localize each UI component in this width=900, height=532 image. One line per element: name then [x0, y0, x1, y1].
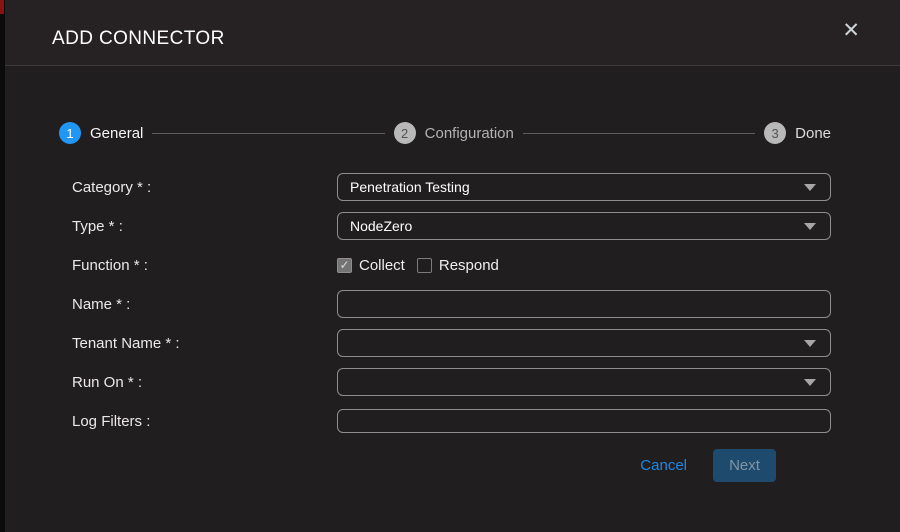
checkbox-checked-icon: ✓ — [337, 258, 352, 273]
category-row: Category * : Penetration Testing — [72, 173, 831, 201]
name-row: Name * : — [72, 290, 831, 318]
step-done: 3 Done — [764, 122, 831, 144]
stepper-connector — [523, 133, 755, 134]
wizard-stepper: 1 General 2 Configuration 3 Done — [59, 122, 831, 144]
step-3-circle: 3 — [764, 122, 786, 144]
dialog-footer: Cancel Next — [72, 449, 776, 482]
next-button[interactable]: Next — [713, 449, 776, 482]
stepper-connector — [152, 133, 384, 134]
category-select[interactable]: Penetration Testing — [337, 173, 831, 201]
step-general: 1 General — [59, 122, 143, 144]
chevron-down-icon — [804, 379, 816, 386]
category-label: Category * : — [72, 179, 337, 196]
dialog-header: ADD CONNECTOR ✕ — [5, 0, 900, 66]
step-3-label: Done — [795, 125, 831, 142]
name-label: Name * : — [72, 296, 337, 313]
step-2-label: Configuration — [425, 125, 514, 142]
chevron-down-icon — [804, 340, 816, 347]
chevron-down-icon — [804, 223, 816, 230]
log-filters-row: Log Filters : — [72, 407, 831, 435]
function-checkbox-group: ✓ Collect Respond — [337, 257, 831, 274]
category-value: Penetration Testing — [350, 179, 470, 195]
name-input[interactable] — [337, 290, 831, 318]
step-1-label: General — [90, 125, 143, 142]
checkbox-unchecked-icon — [417, 258, 432, 273]
close-button[interactable]: ✕ — [842, 20, 860, 41]
function-label: Function * : — [72, 257, 337, 274]
tenant-name-select[interactable] — [337, 329, 831, 357]
tenant-name-label: Tenant Name * : — [72, 335, 337, 352]
tenant-name-row: Tenant Name * : — [72, 329, 831, 357]
background-artifact — [0, 0, 4, 14]
collect-checkbox[interactable]: ✓ Collect — [337, 257, 405, 274]
type-value: NodeZero — [350, 218, 412, 234]
type-row: Type * : NodeZero — [72, 212, 831, 240]
connector-form: Category * : Penetration Testing Type * … — [72, 173, 831, 482]
log-filters-label: Log Filters : — [72, 413, 337, 430]
log-filters-input[interactable] — [337, 409, 831, 433]
collect-checkbox-label: Collect — [359, 257, 405, 274]
function-row: Function * : ✓ Collect Respond — [72, 251, 831, 279]
chevron-down-icon — [804, 184, 816, 191]
run-on-select[interactable] — [337, 368, 831, 396]
run-on-label: Run On * : — [72, 374, 337, 391]
step-configuration: 2 Configuration — [394, 122, 514, 144]
respond-checkbox-label: Respond — [439, 257, 499, 274]
add-connector-dialog: ADD CONNECTOR ✕ 1 General 2 Configuratio… — [5, 0, 900, 532]
step-2-circle: 2 — [394, 122, 416, 144]
respond-checkbox[interactable]: Respond — [417, 257, 499, 274]
page-title: ADD CONNECTOR — [52, 28, 225, 50]
run-on-row: Run On * : — [72, 368, 831, 396]
type-label: Type * : — [72, 218, 337, 235]
cancel-button[interactable]: Cancel — [640, 457, 687, 474]
step-1-circle: 1 — [59, 122, 81, 144]
close-icon: ✕ — [842, 19, 860, 42]
screen: ADD CONNECTOR ✕ 1 General 2 Configuratio… — [0, 0, 900, 532]
type-select[interactable]: NodeZero — [337, 212, 831, 240]
